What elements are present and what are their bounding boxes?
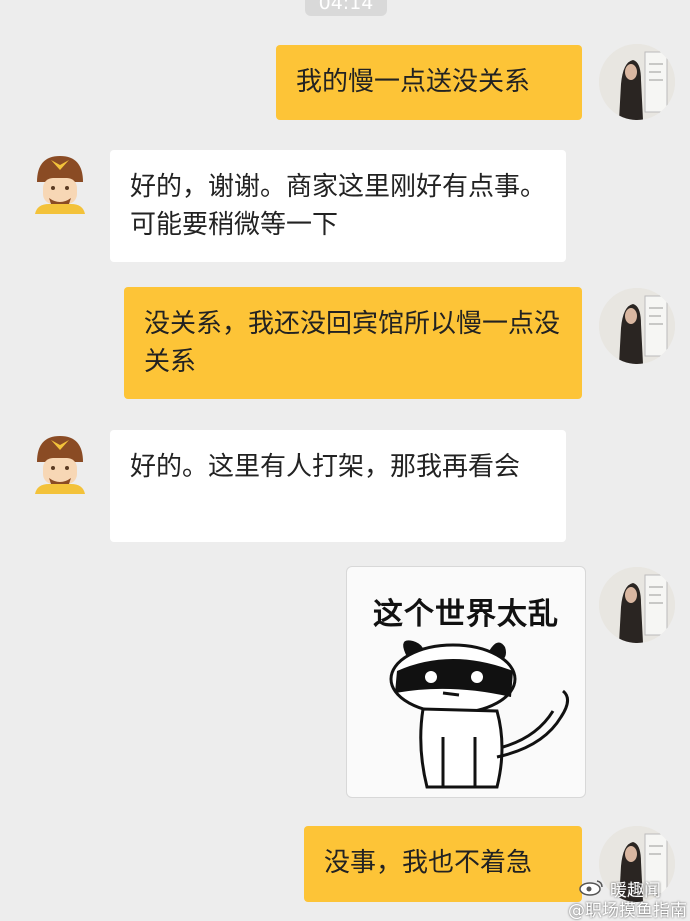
user-avatar[interactable] bbox=[599, 288, 675, 364]
message-text: 好的，谢谢。商家这里刚好有点事。可能要稍微等一下 bbox=[130, 172, 547, 240]
message-bubble-outgoing[interactable]: 没关系，我还没回宾馆所以慢一点没关系 bbox=[124, 287, 582, 399]
user-avatar[interactable] bbox=[599, 44, 675, 120]
delivery-rider-icon bbox=[35, 156, 85, 214]
message-timestamp: 04:14 bbox=[305, 0, 387, 16]
message-text: 没关系，我还没回宾馆所以慢一点没关系 bbox=[144, 309, 561, 377]
user-photo-icon bbox=[599, 288, 675, 364]
sticker-message[interactable]: 这个世界太乱 bbox=[346, 566, 586, 798]
user-photo-icon bbox=[599, 567, 675, 643]
message-text: 我的慢一点送没关系 bbox=[296, 67, 531, 97]
delivery-rider-icon bbox=[35, 436, 85, 494]
weibo-logo-icon bbox=[579, 880, 603, 896]
panda-cat-sticker-icon bbox=[389, 640, 569, 789]
user-photo-icon bbox=[599, 44, 675, 120]
watermark-handle: @职场摸鱼指南 bbox=[568, 901, 687, 921]
rider-avatar[interactable] bbox=[29, 152, 91, 214]
message-text: 没事，我也不着急 bbox=[324, 848, 533, 878]
message-bubble-outgoing[interactable]: 我的慢一点送没关系 bbox=[276, 45, 582, 120]
message-bubble-incoming[interactable]: 好的，谢谢。商家这里刚好有点事。可能要稍微等一下 bbox=[110, 150, 566, 262]
rider-avatar[interactable] bbox=[29, 432, 91, 494]
message-text: 好的。这里有人打架，那我再看会 bbox=[130, 452, 521, 482]
user-avatar[interactable] bbox=[599, 567, 675, 643]
message-bubble-incoming[interactable]: 好的。这里有人打架，那我再看会 bbox=[110, 430, 566, 542]
message-bubble-outgoing[interactable]: 没事，我也不着急 bbox=[304, 826, 582, 902]
